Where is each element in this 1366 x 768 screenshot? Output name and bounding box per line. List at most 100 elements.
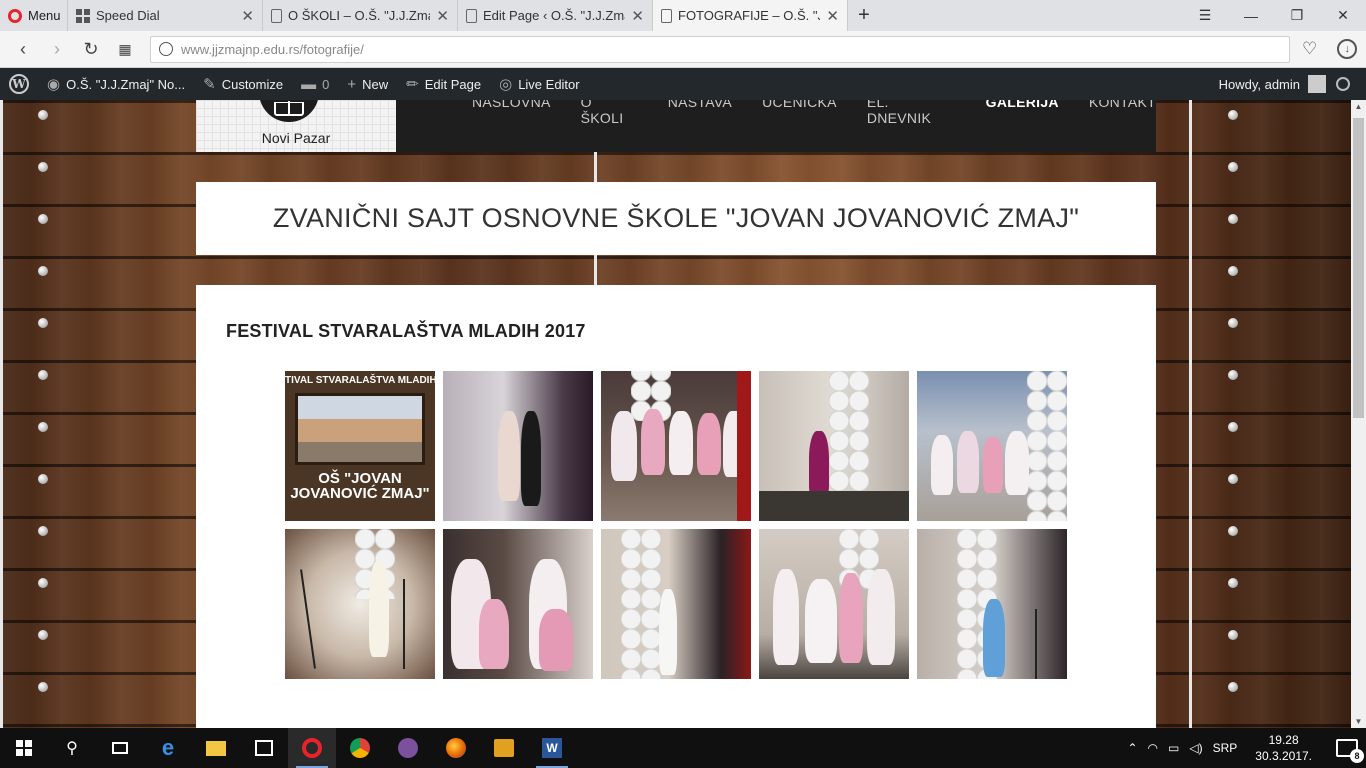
download-icon[interactable]: ↓ (1337, 39, 1358, 59)
rivet-decoration (38, 214, 48, 224)
taskbar-edge[interactable]: e (144, 728, 192, 768)
rivet-decoration (1228, 266, 1238, 276)
system-tray: ⌃ ◠ ▭ ◁) SRP 19.28 30.3.2017. 8 (1127, 732, 1366, 764)
rivet-decoration (1228, 578, 1238, 588)
live-editor-link[interactable]: ◎ Live Editor (490, 68, 589, 100)
poster-heading: TIVAL STVARALAŠTVA MLADIH 20 (285, 375, 435, 386)
rivet-decoration (1228, 110, 1238, 120)
page-icon (271, 8, 282, 23)
scrollbar-thumb[interactable] (1353, 118, 1364, 418)
rivet-decoration (38, 266, 48, 276)
wifi-icon[interactable]: ◠ (1148, 741, 1158, 755)
tab-menu-icon[interactable]: ☰ (1182, 7, 1228, 24)
rivet-decoration (38, 526, 48, 536)
url-field[interactable]: www.jjzmajnp.edu.rs/fotografije/ (150, 35, 1290, 63)
nav-item-el-dnevnik[interactable]: EL. DNEVNIK (867, 100, 956, 126)
howdy-account[interactable]: Howdy, admin (1219, 77, 1300, 92)
gallery-thumb[interactable] (285, 529, 435, 679)
scroll-up-icon[interactable]: ▲ (1351, 102, 1366, 111)
tab-title: FOTOGRAFIJE – O.Š. "J.J.Zm (678, 8, 820, 23)
close-tab-icon[interactable]: ✕ (631, 7, 644, 25)
nav-item-naslovna[interactable]: NASLOVNA (472, 100, 551, 126)
tab-o-skoli[interactable]: O ŠKOLI – O.Š. "J.J.Zmaj" N ✕ (263, 0, 458, 31)
window-controls: ☰ — ❐ ✕ (1182, 0, 1366, 31)
nav-item-nastava[interactable]: NASTAVA (668, 100, 732, 126)
nav-item-kontakt[interactable]: KONTAKT (1089, 100, 1156, 126)
site-name-link[interactable]: ◉ O.Š. "J.J.Zmaj" No... (38, 68, 194, 100)
menu-label: Menu (28, 8, 61, 23)
taskbar-firefox[interactable] (432, 728, 480, 768)
customize-label: Customize (221, 76, 284, 92)
gallery-thumb[interactable] (601, 529, 751, 679)
site-title: ZVANIČNI SAJT OSNOVNE ŠKOLE "JOVAN JOVAN… (272, 203, 1080, 233)
page-scrollbar[interactable]: ▲ ▼ (1351, 100, 1366, 728)
plank-divider (0, 100, 3, 728)
tab-fotografije[interactable]: FOTOGRAFIJE – O.Š. "J.J.Zm ✕ (653, 0, 848, 31)
rivet-decoration (38, 474, 48, 484)
chrome-icon (350, 738, 370, 758)
chevron-up-icon[interactable]: ⌃ (1127, 741, 1137, 755)
customize-link[interactable]: ✎ Customize (194, 68, 292, 100)
comments-link[interactable]: ▬ 0 (292, 68, 338, 100)
taskbar-chrome[interactable] (336, 728, 384, 768)
gallery-thumb[interactable] (443, 371, 593, 521)
battery-icon[interactable]: ▭ (1168, 741, 1179, 755)
taskbar-media[interactable] (480, 728, 528, 768)
tab-edit-page[interactable]: Edit Page ‹ O.Š. "J.J.Zmaj" N ✕ (458, 0, 653, 31)
back-icon[interactable]: ‹ (6, 39, 40, 60)
opera-menu-button[interactable]: Menu (0, 0, 68, 31)
search-button[interactable]: ⚲ (48, 728, 96, 768)
close-window-icon[interactable]: ✕ (1320, 7, 1366, 24)
clock-time: 19.28 (1268, 733, 1299, 747)
search-icon[interactable] (1336, 77, 1350, 91)
rivet-decoration (1228, 682, 1238, 692)
tabs-grid-icon[interactable]: ▦ (108, 41, 142, 58)
clock[interactable]: 19.28 30.3.2017. (1255, 732, 1312, 764)
bookmark-heart-icon[interactable]: ♡ (1302, 39, 1317, 59)
edit-page-label: Edit Page (424, 76, 482, 92)
gallery-thumb[interactable] (917, 371, 1067, 521)
avatar[interactable] (1308, 75, 1326, 93)
nav-item-galerija[interactable]: GALERIJA (986, 100, 1059, 126)
restore-icon[interactable]: ❐ (1274, 7, 1320, 24)
gallery-thumb[interactable]: TIVAL STVARALAŠTVA MLADIH 20 OŠ "JOVAN J… (285, 371, 435, 521)
address-bar: ‹ › ↻ ▦ www.jjzmajnp.edu.rs/fotografije/… (0, 31, 1366, 68)
start-button[interactable] (0, 728, 48, 768)
task-view-button[interactable] (96, 728, 144, 768)
school-photo (295, 393, 425, 465)
taskbar-viber[interactable] (384, 728, 432, 768)
rivet-decoration (1228, 318, 1238, 328)
rivet-decoration (38, 162, 48, 172)
gallery-thumb[interactable] (443, 529, 593, 679)
close-tab-icon[interactable]: ✕ (826, 7, 839, 25)
gallery-thumb[interactable] (601, 371, 751, 521)
nav-item-ucenicka[interactable]: UČENIČKA (762, 100, 837, 126)
browser-tab-bar: Menu Speed Dial ✕ O ŠKOLI – O.Š. "J.J.Zm… (0, 0, 1366, 31)
volume-icon[interactable]: ◁) (1189, 741, 1202, 755)
taskbar-word[interactable]: W (528, 728, 576, 768)
tab-title: Speed Dial (96, 8, 160, 23)
forward-icon[interactable]: › (40, 39, 74, 60)
gallery-thumb[interactable] (917, 529, 1067, 679)
taskbar-explorer[interactable] (192, 728, 240, 768)
taskbar-store[interactable] (240, 728, 288, 768)
wp-logo-button[interactable]: W (0, 68, 38, 100)
edit-page-link[interactable]: ✏ Edit Page (397, 68, 490, 100)
new-link[interactable]: + New (338, 68, 397, 100)
site-logo[interactable]: Novi Pazar (196, 100, 396, 152)
close-tab-icon[interactable]: ✕ (436, 7, 449, 25)
gallery-thumb[interactable] (759, 529, 909, 679)
close-tab-icon[interactable]: ✕ (241, 7, 254, 25)
taskbar-opera[interactable] (288, 728, 336, 768)
gallery-thumb[interactable] (759, 371, 909, 521)
plus-icon: + (347, 75, 357, 93)
language-indicator[interactable]: SRP (1213, 741, 1238, 755)
tab-speed-dial[interactable]: Speed Dial ✕ (68, 0, 263, 31)
scroll-down-icon[interactable]: ▼ (1351, 717, 1366, 726)
new-tab-button[interactable]: + (848, 0, 880, 31)
reload-icon[interactable]: ↻ (74, 39, 108, 60)
action-center-icon[interactable]: 8 (1336, 739, 1364, 763)
minimize-icon[interactable]: — (1228, 8, 1274, 24)
content-area: FESTIVAL STVARALAŠTVA MLADIH 2017 TIVAL … (196, 285, 1156, 728)
nav-item-o-skoli[interactable]: O ŠKOLI (581, 100, 638, 126)
